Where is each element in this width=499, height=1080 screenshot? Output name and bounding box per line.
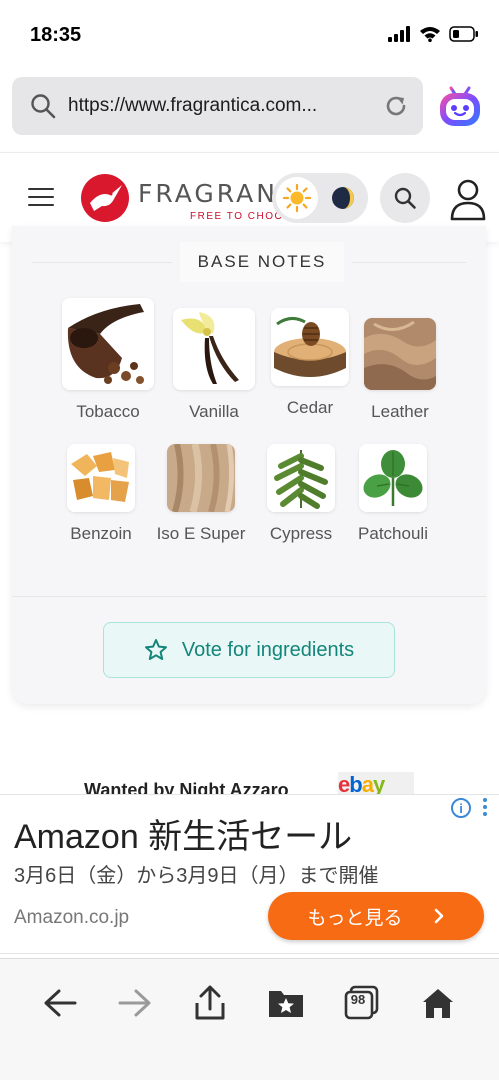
leather-image[interactable] (364, 318, 436, 390)
home-icon[interactable] (416, 981, 460, 1025)
url-text[interactable]: https://www.fragrantica.com... (68, 95, 383, 117)
ai-assistant-icon[interactable] (436, 82, 484, 130)
theme-toggle[interactable] (272, 173, 368, 223)
note-label[interactable]: Cypress (251, 524, 351, 544)
share-icon[interactable] (188, 981, 232, 1025)
patchouli-image[interactable] (359, 444, 427, 512)
status-bar: 18:35 (0, 0, 499, 70)
vanilla-image[interactable] (173, 308, 255, 390)
note-label[interactable]: Tobacco (58, 402, 158, 422)
note-item[interactable]: Patchouli (343, 444, 443, 544)
sun-icon[interactable] (276, 177, 318, 219)
search-icon (31, 94, 56, 119)
section-rule-right (352, 262, 466, 263)
note-label[interactable]: Leather (350, 402, 450, 422)
status-time: 18:35 (30, 24, 82, 46)
note-label[interactable]: Iso E Super (151, 524, 251, 544)
note-item[interactable]: Iso E Super (151, 444, 251, 544)
cedar-image[interactable] (271, 308, 349, 386)
menu-icon[interactable] (28, 188, 54, 208)
user-account-icon[interactable] (448, 177, 488, 221)
note-label[interactable]: Vanilla (164, 402, 264, 422)
chevron-right-icon (434, 908, 443, 924)
ad-title[interactable]: Amazon 新生活セール (14, 809, 352, 858)
site-search-button[interactable] (380, 173, 430, 223)
battery-icon (449, 26, 478, 42)
star-icon (144, 639, 167, 660)
ad-subtitle[interactable]: 3月6日（金）から3月9日（月）まで開催 (14, 859, 379, 888)
note-item[interactable]: Tobacco (58, 298, 158, 422)
note-label[interactable]: Cedar (260, 398, 360, 418)
note-item[interactable]: Cypress (251, 444, 351, 544)
wifi-icon (420, 27, 440, 42)
hummingbird-logo-icon[interactable] (80, 173, 130, 223)
notes-card: BASE NOTES Tobacco Vanilla Cedar Leather… (12, 226, 486, 704)
note-item[interactable]: Benzoin (51, 444, 151, 544)
forward-arrow-icon[interactable] (113, 981, 157, 1025)
bookmarks-folder-icon[interactable] (264, 981, 308, 1025)
tabs-button[interactable]: 98 (340, 981, 384, 1025)
ad-cta-label: もっと見る (307, 907, 403, 929)
search-icon (394, 187, 416, 209)
card-divider (12, 596, 486, 597)
section-title: BASE NOTES (180, 242, 344, 282)
back-arrow-icon[interactable] (38, 981, 82, 1025)
benzoin-image[interactable] (67, 444, 135, 512)
moon-icon[interactable] (328, 183, 358, 213)
ad-more-options-icon[interactable] (480, 798, 490, 820)
cellular-signal-icon (388, 26, 410, 42)
ad-domain[interactable]: Amazon.co.jp (14, 907, 129, 929)
note-item[interactable]: Vanilla (164, 308, 264, 422)
ad-cta-button[interactable]: もっと見る (268, 892, 484, 940)
browser-toolbar: 98 (0, 958, 499, 1080)
iso-e-super-image[interactable] (167, 444, 235, 512)
tab-count: 98 (350, 992, 366, 1007)
note-item[interactable]: Leather (350, 318, 450, 422)
ebay-logo[interactable]: ebay (338, 772, 414, 796)
section-rule-left (32, 262, 172, 263)
cypress-image[interactable] (267, 444, 335, 512)
tobacco-image[interactable] (62, 298, 154, 390)
ad-info-icon[interactable]: i (451, 798, 471, 818)
note-label[interactable]: Benzoin (51, 524, 151, 544)
address-bar[interactable]: https://www.fragrantica.com... (12, 77, 423, 135)
note-item[interactable]: Cedar (260, 308, 360, 418)
vote-for-ingredients-button[interactable]: Vote for ingredients (103, 622, 395, 678)
ad-banner[interactable]: Amazon 新生活セール 3月6日（金）から3月9日（月）まで開催 Amazo… (0, 794, 499, 954)
reload-icon[interactable] (383, 93, 409, 119)
vote-label: Vote for ingredients (181, 638, 355, 661)
status-icons (387, 26, 479, 42)
note-label[interactable]: Patchouli (343, 524, 443, 544)
